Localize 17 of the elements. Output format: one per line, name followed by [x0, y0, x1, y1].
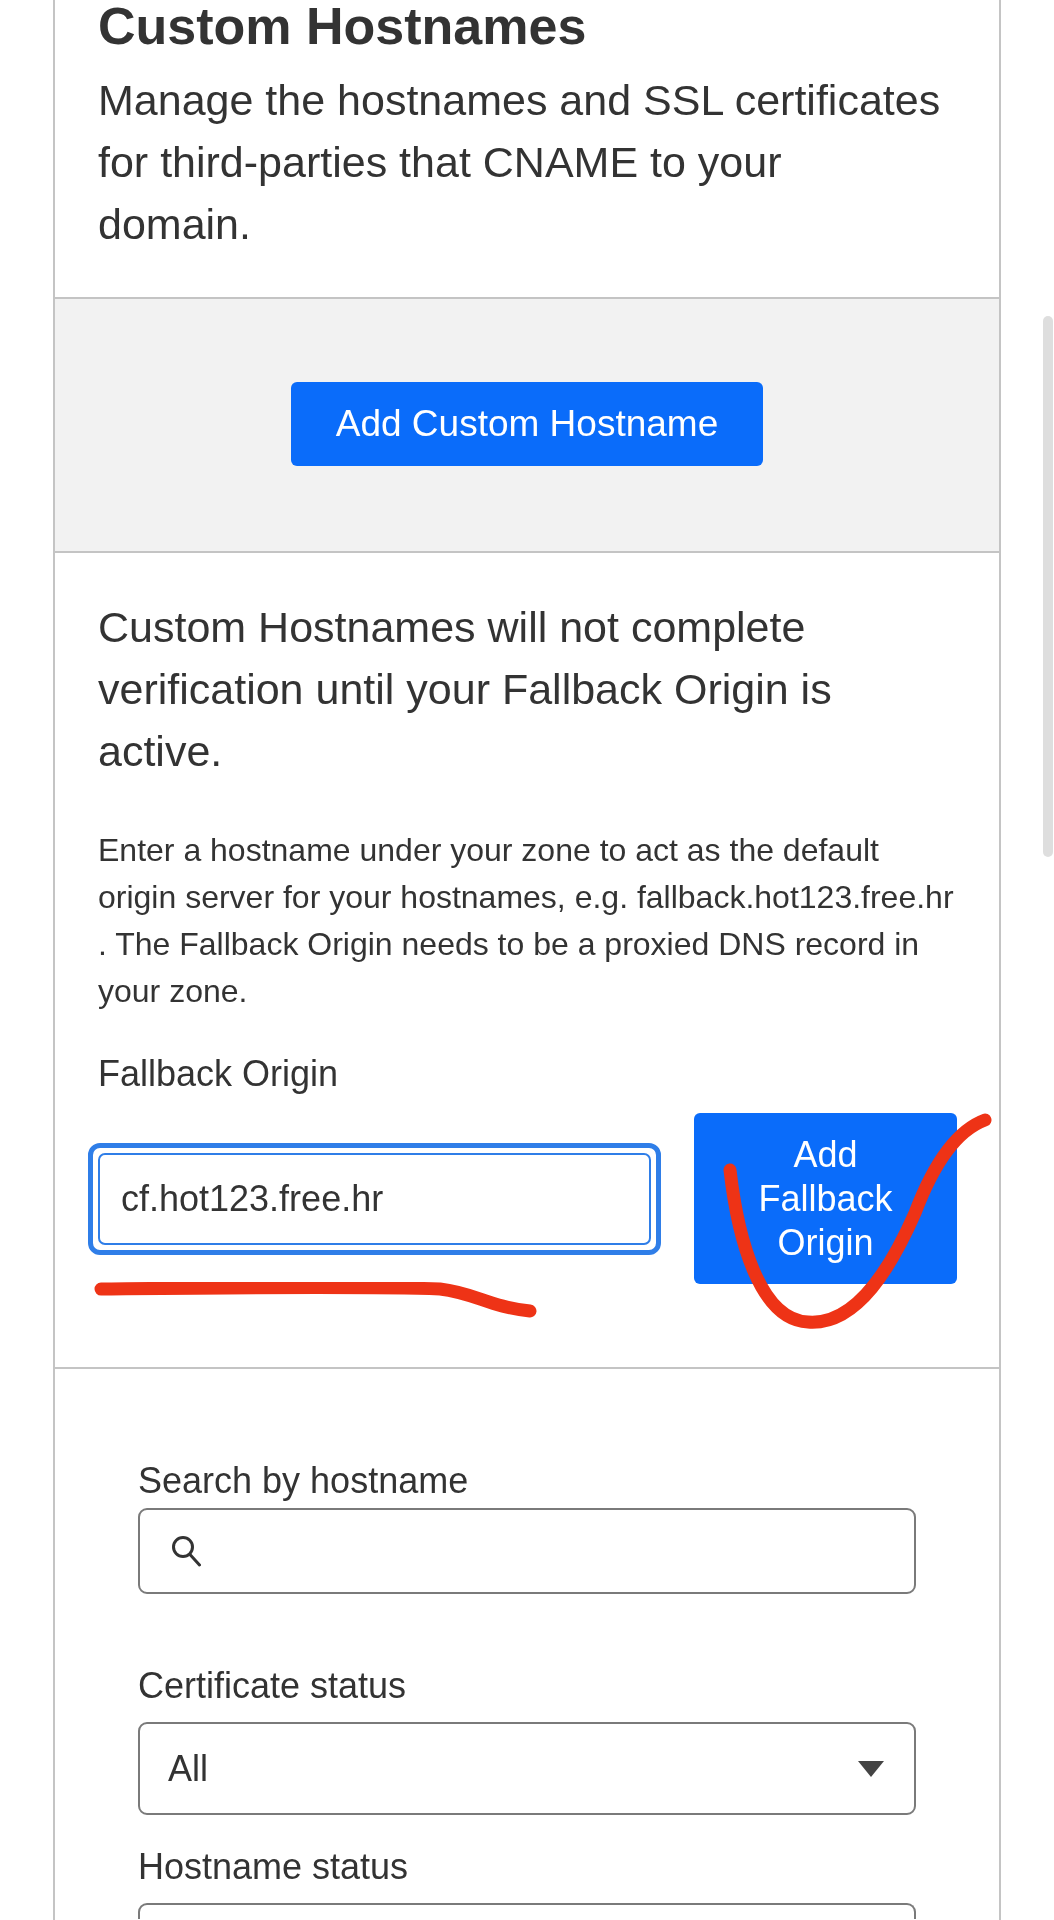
fallback-notice: Custom Hostnames will not complete verification until your Fallback Origin is active.	[98, 602, 833, 777]
filter-label: Certificate status	[138, 1666, 408, 1706]
add-custom-hostname-button[interactable]: Add Custom Hostname	[291, 382, 763, 466]
fallback-help-text: Enter a hostname under your zone to act as the default origin server for your hostnames, e.g. fallback.hot123.free.hr . The Fallback Origin needs to be a proxied DNS record in your zone.	[98, 831, 955, 1011]
fallback-origin-input[interactable]: cf.hot123.free.hr	[88, 1142, 661, 1255]
add-fallback-origin-button[interactable]: Add Fallback Origin	[694, 1113, 957, 1284]
field-label: Fallback Origin	[98, 1054, 340, 1094]
filter-label: Hostname status	[138, 1847, 410, 1887]
dropdown-field[interactable]	[138, 1903, 916, 1919]
page-title: Custom Hostnames	[98, 0, 588, 52]
search-icon	[171, 1535, 201, 1567]
filter-label: Search by hostname	[138, 1461, 470, 1501]
dropdown-field[interactable]: All	[138, 1722, 916, 1815]
caret-down-icon	[858, 1760, 884, 1777]
search-field[interactable]	[138, 1508, 916, 1594]
scrollbar-thumb[interactable]	[1043, 316, 1053, 857]
page-description: Manage the hostnames and SSL certificates for third-parties that CNAME to your domain.	[98, 75, 942, 250]
